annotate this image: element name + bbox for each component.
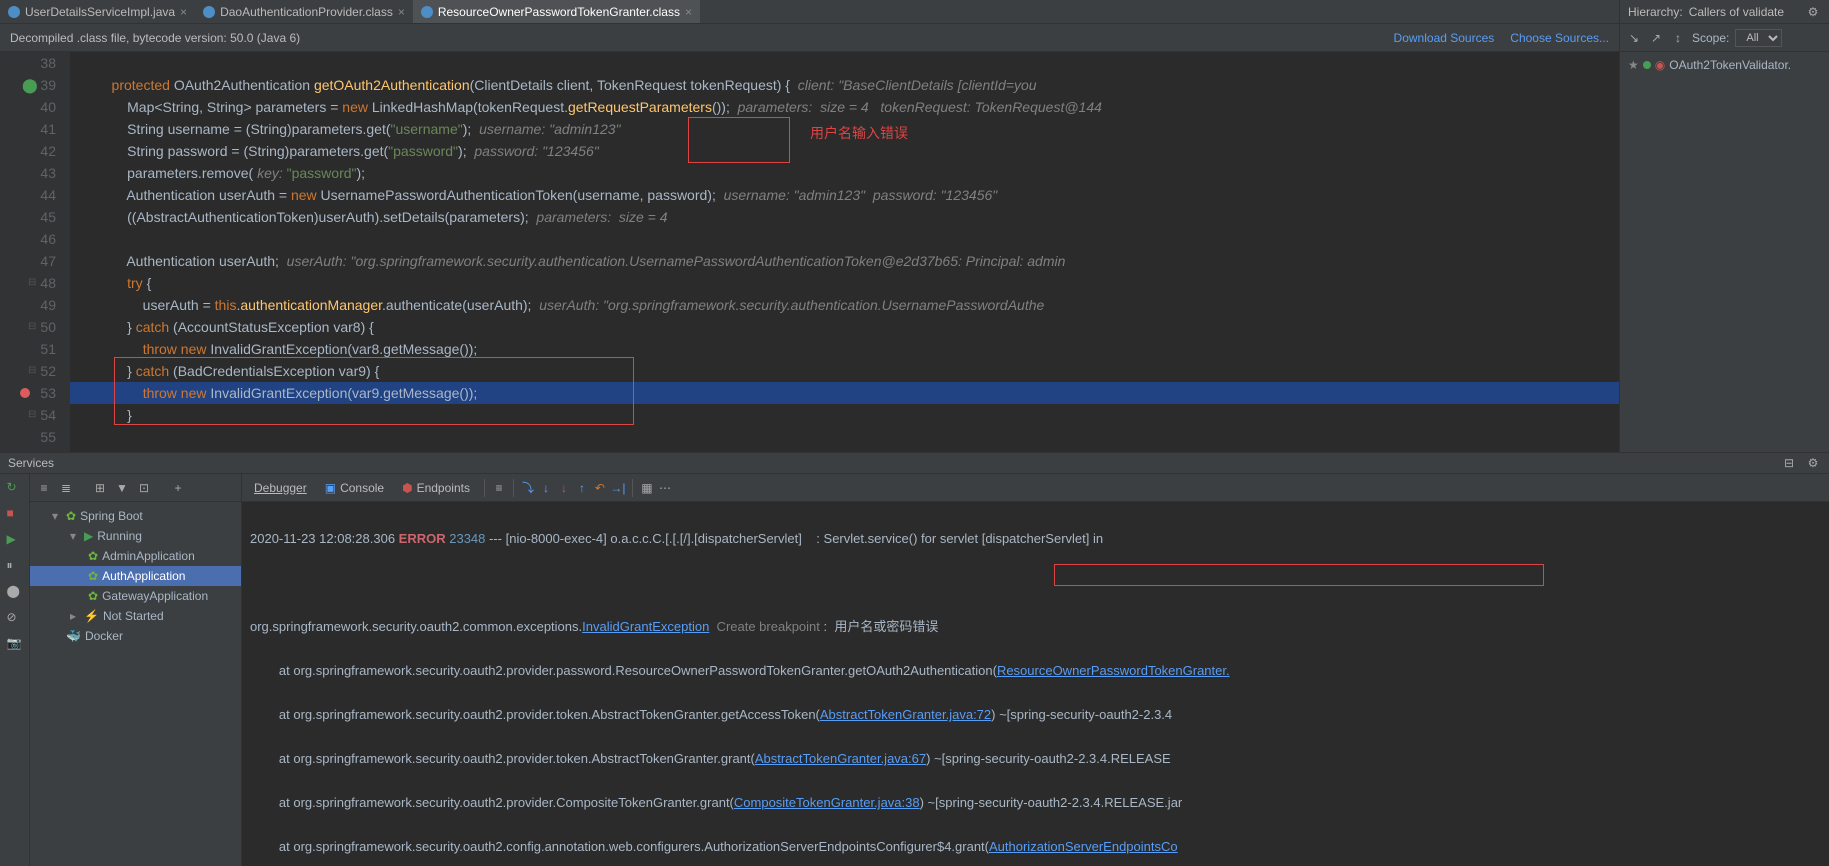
gutter: 38 ⬤⊟39 40 41 42 43 44 45 46 47 ⊟48 49 ⊟… [0,52,70,452]
force-step-into-icon[interactable]: ↓ [556,480,572,496]
step-out-icon[interactable]: ↑ [574,480,590,496]
step-into-icon[interactable]: ↓ [538,480,554,496]
stop-icon[interactable]: ■ [7,506,23,522]
group-icon[interactable]: ⊞ [92,480,108,496]
decompiled-infobar: Decompiled .class file, bytecode version… [0,24,1619,52]
hierarchy-item[interactable]: ★ ◉ OAuth2TokenValidator. [1628,56,1821,74]
close-icon[interactable]: × [180,5,187,19]
tree-toolbar: ≡ ≣ ⊞ ▼ ⊡ + [30,474,241,502]
breakpoint-icon[interactable] [20,388,30,398]
hierarchy-panel: Hierarchy: Callers of validate ⚙ ↘ ↗ ↕ S… [1619,0,1829,452]
hierarchy-callee-icon[interactable]: ↘ [1626,30,1642,46]
tree-root-spring[interactable]: ▾✿Spring Boot [30,506,241,526]
source-link[interactable]: CompositeTokenGranter.java:38 [734,795,920,810]
code-editor[interactable]: 38 ⬤⊟39 40 41 42 43 44 45 46 47 ⊟48 49 ⊟… [0,52,1619,452]
tab-daoauth[interactable]: DaoAuthenticationProvider.class× [195,0,413,23]
choose-sources-link[interactable]: Choose Sources... [1510,31,1609,45]
collapse-icon[interactable]: ⊟ [1781,455,1797,471]
infobar-text: Decompiled .class file, bytecode version… [10,31,300,45]
code-area[interactable]: protected OAuth2Authentication getOAuth2… [70,52,1619,452]
console-output[interactable]: 2020-11-23 12:08:28.306 ERROR 23348 --- … [242,502,1829,866]
tree-app-auth[interactable]: ✿AuthApplication [30,566,241,586]
hierarchy-subtitle: Callers of validate [1689,5,1784,19]
hierarchy-title: Hierarchy: [1628,5,1683,19]
class-icon [421,6,433,18]
sort-icon[interactable]: ↕ [1670,30,1686,46]
debugger-tab[interactable]: Debugger [246,477,315,499]
tree-app-gateway[interactable]: ✿GatewayApplication [30,586,241,606]
tree-app-admin[interactable]: ✿AdminApplication [30,546,241,566]
layout-icon[interactable]: ⊡ [136,480,152,496]
scope-select[interactable]: All [1735,29,1782,47]
annotation-text: 用户名输入错误 [810,122,908,144]
filter-icon[interactable]: ▼ [114,480,130,496]
console-tabs-bar: Debugger ▣Console ⬢Endpoints ≡ ⤵ ↓ ↓ ↑ ↶… [242,474,1829,502]
source-link[interactable]: AbstractTokenGranter.java:67 [755,751,926,766]
trace-icon[interactable]: ⋯ [657,480,673,496]
close-icon[interactable]: × [685,5,692,19]
tree-running[interactable]: ▾▶Running [30,526,241,546]
rerun-icon[interactable]: ↻ [7,480,23,496]
java-icon [8,6,20,18]
mute-breakpoints-icon[interactable]: ⊘ [7,610,23,626]
source-link[interactable]: AuthorizationServerEndpointsCo [989,839,1178,854]
threads-icon[interactable]: ≡ [491,480,507,496]
step-over-icon[interactable]: ⤵ [520,480,536,496]
hierarchy-caller-icon[interactable]: ↗ [1648,30,1664,46]
view-breakpoints-icon[interactable]: ⬤ [7,584,23,600]
services-header: Services ⊟ ⚙ [0,452,1829,474]
editor-tabs: UserDetailsServiceImpl.java× DaoAuthenti… [0,0,1619,24]
tab-resourceowner[interactable]: ResourceOwnerPasswordTokenGranter.class× [413,0,700,23]
endpoints-tab[interactable]: ⬢Endpoints [394,477,478,499]
evaluate-icon[interactable]: ▦ [639,480,655,496]
download-sources-link[interactable]: Download Sources [1394,31,1495,45]
scope-label: Scope: [1692,31,1729,45]
run-to-cursor-icon[interactable]: →| [610,480,626,496]
expand-icon[interactable]: ≡ [36,480,52,496]
debug-toolbar: ↻ ■ ▶ ⏸ ⬤ ⊘ 📷 [0,474,30,866]
exception-link[interactable]: InvalidGrantException [582,619,709,634]
gear-icon[interactable]: ⚙ [1805,455,1821,471]
add-icon[interactable]: + [170,480,186,496]
close-icon[interactable]: × [398,5,405,19]
camera-icon[interactable]: 📷 [7,636,23,652]
tab-userdetails[interactable]: UserDetailsServiceImpl.java× [0,0,195,23]
drop-frame-icon[interactable]: ↶ [592,480,608,496]
resume-icon[interactable]: ▶ [7,532,23,548]
collapse-icon[interactable]: ≣ [58,480,74,496]
source-link[interactable]: AbstractTokenGranter.java:72 [820,707,991,722]
services-tree: ▾✿Spring Boot ▾▶Running ✿AdminApplicatio… [30,502,241,866]
pause-icon[interactable]: ⏸ [7,558,23,574]
services-title: Services [8,456,54,470]
console-tab[interactable]: ▣Console [317,477,392,499]
tree-not-started[interactable]: ▸⚡Not Started [30,606,241,626]
class-icon [203,6,215,18]
tree-docker[interactable]: 🐳Docker [30,626,241,646]
source-link[interactable]: ResourceOwnerPasswordTokenGranter. [997,663,1230,678]
gear-icon[interactable]: ⚙ [1805,4,1821,20]
